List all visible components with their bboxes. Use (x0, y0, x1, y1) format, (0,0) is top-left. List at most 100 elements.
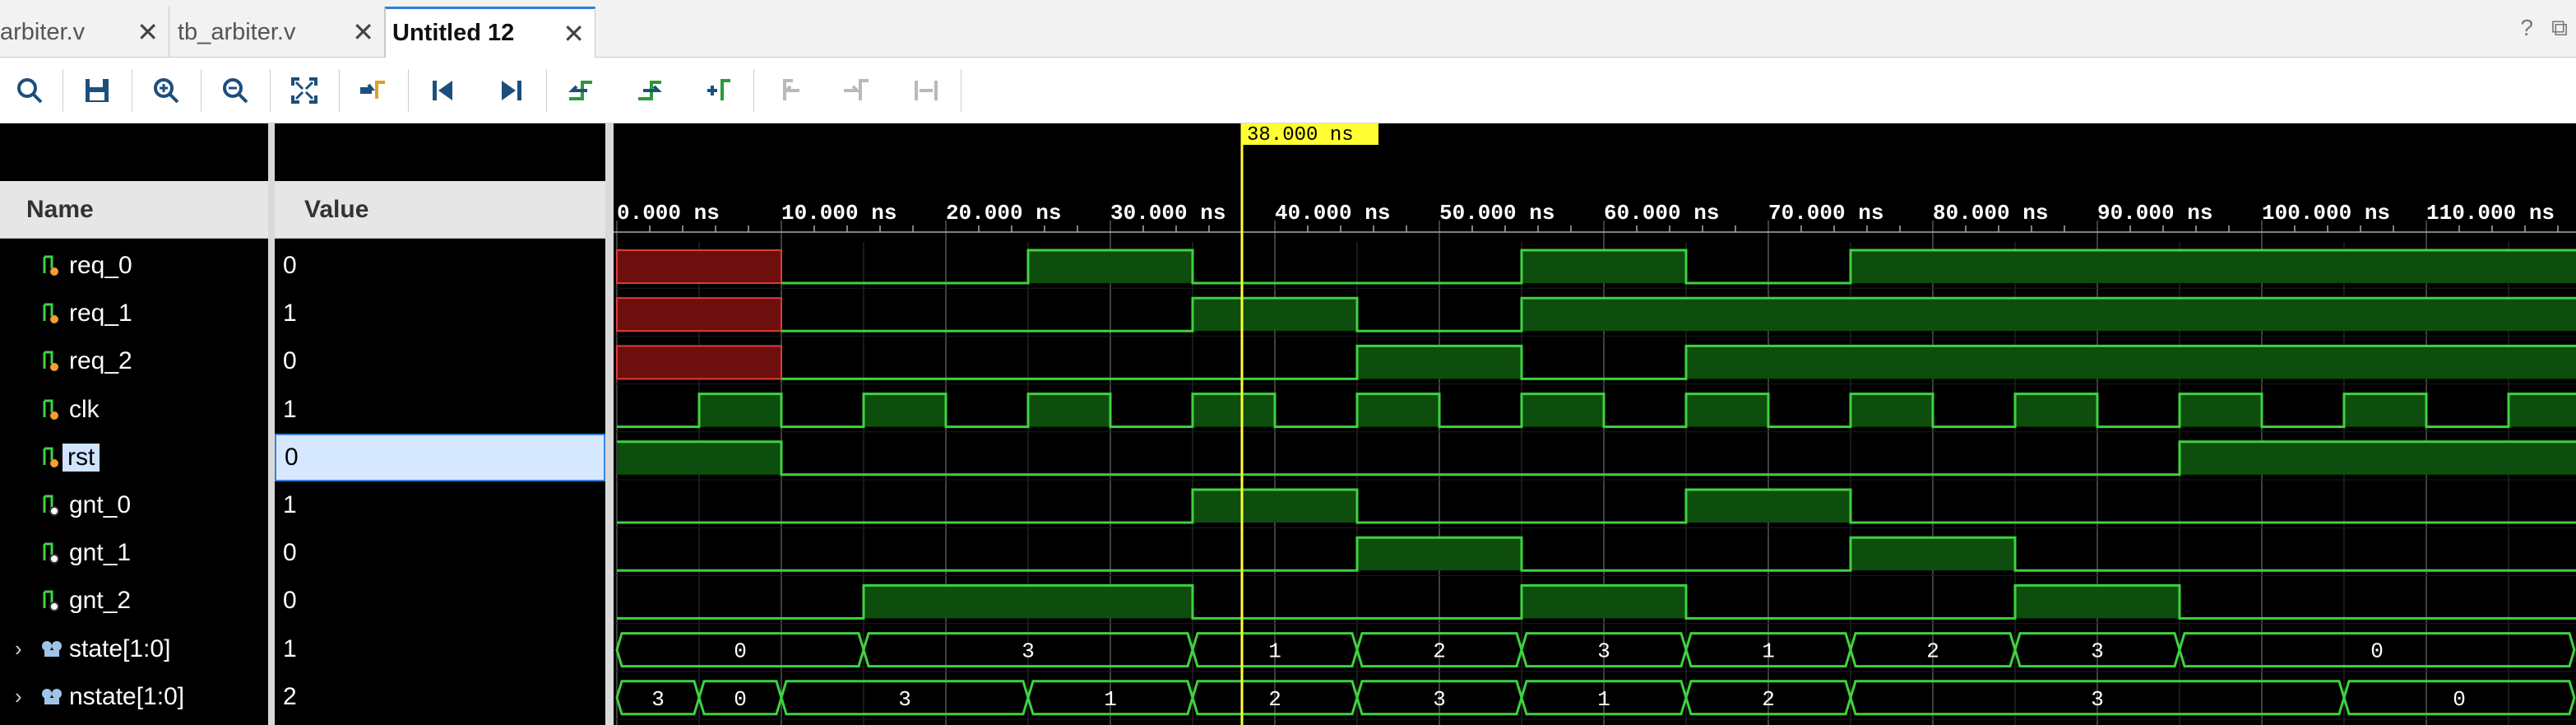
expand-chevron-icon[interactable]: › (15, 636, 22, 662)
signal-row[interactable]: rst (0, 434, 268, 481)
signal-row[interactable]: req_2 (0, 337, 268, 385)
bus-value-label: 2 (1433, 639, 1446, 664)
tab-tb-arbiter-v[interactable]: tb_arbiter.v ✕ (169, 7, 385, 58)
signal-value[interactable]: 0 (275, 529, 605, 577)
bus-value-label: 0 (2370, 639, 2384, 664)
bus-value-label: 1 (1597, 687, 1610, 712)
high-level-fill (1357, 537, 1522, 571)
signal-trace (617, 536, 2576, 572)
signal-row[interactable]: gnt_2 (0, 577, 268, 625)
pane-splitter[interactable] (605, 123, 614, 725)
signal-value[interactable]: 0 (275, 577, 605, 625)
high-level-fill (1357, 393, 1439, 427)
cursor-time-label[interactable]: 38.000 ns (1242, 123, 1378, 145)
time-tick-label: 60.000 ns (1604, 201, 1719, 225)
time-tick-label: 10.000 ns (781, 201, 897, 225)
signal-row[interactable]: › state[1:0] (0, 625, 268, 673)
high-level-fill (699, 393, 781, 427)
high-level-fill (1686, 490, 1851, 523)
output-signal-icon (41, 493, 63, 518)
column-splitter[interactable] (268, 123, 275, 725)
close-icon[interactable]: ✕ (352, 16, 374, 48)
value-pane-blank (275, 123, 605, 181)
high-level-fill (2180, 393, 2262, 427)
signal-name: nstate[1:0] (69, 682, 185, 710)
signal-row[interactable]: gnt_1 (0, 529, 268, 577)
signal-value[interactable]: 2 (275, 673, 605, 721)
high-level-fill (2509, 393, 2576, 427)
bus-value-label: 0 (734, 639, 747, 664)
next-transition-icon[interactable] (625, 66, 674, 115)
tab-untitled-12[interactable]: Untitled 12 ✕ (385, 7, 595, 58)
signal-value[interactable]: 0 (275, 242, 605, 290)
signal-row[interactable]: req_0 (0, 242, 268, 290)
high-level-fill (1193, 298, 1357, 332)
time-tick-label: 50.000 ns (1439, 201, 1554, 225)
signal-value[interactable]: 1 (275, 625, 605, 673)
value-header-label: Value (304, 195, 369, 223)
waveform-viewer[interactable]: 0.000 ns 10.000 ns 20.000 ns 30.000 ns 40.00… (614, 123, 2576, 725)
signal-name: state[1:0] (69, 634, 171, 662)
close-icon[interactable]: ✕ (137, 16, 159, 48)
signal-row[interactable]: › nstate[1:0] (0, 673, 268, 721)
close-icon[interactable]: ✕ (563, 18, 585, 49)
time-tick-label: 20.000 ns (946, 201, 1061, 225)
high-level-fill (1686, 346, 2576, 379)
bus-value-label: 3 (1022, 639, 1035, 664)
restore-icon[interactable]: ⧉ (2551, 15, 2568, 42)
expand-chevron-icon[interactable]: › (15, 684, 22, 709)
tab-arbiter-v[interactable]: arbiter.v ✕ (0, 7, 169, 58)
zoom-in-icon[interactable] (141, 66, 191, 115)
high-level-fill (1522, 585, 1686, 619)
tab-label: Untitled 12 (392, 20, 515, 46)
swap-cursors-icon[interactable] (901, 66, 951, 115)
signal-name-list: req_0 req_1 req_2 clk rst gnt_0 gnt_1 gnt_2 › sta… (0, 239, 268, 725)
go-to-start-icon[interactable] (418, 66, 467, 115)
help-icon[interactable]: ? (2520, 15, 2533, 42)
bus-signal-icon (41, 637, 63, 662)
high-level-fill (1851, 537, 2015, 571)
high-level-fill (1357, 346, 1522, 379)
toolbar-separator (546, 69, 547, 112)
bus-signal-icon (41, 685, 63, 709)
input-signal-icon (41, 301, 63, 326)
time-tick-label: 30.000 ns (1110, 201, 1225, 225)
time-tick-label: 0.000 ns (617, 201, 720, 225)
signal-value[interactable]: 1 (275, 290, 605, 337)
input-signal-icon (41, 349, 63, 374)
signal-row[interactable]: req_1 (0, 290, 268, 337)
search-icon[interactable] (5, 66, 54, 115)
go-to-end-icon[interactable] (487, 66, 536, 115)
zoom-fit-icon[interactable] (280, 66, 329, 115)
time-tick-label: 90.000 ns (2097, 201, 2212, 225)
tab-label: arbiter.v (0, 18, 86, 45)
signal-value[interactable]: 1 (275, 481, 605, 529)
signal-value[interactable]: 0 (275, 337, 605, 385)
signal-value[interactable]: 0 (275, 433, 605, 481)
value-column-header[interactable]: Value (275, 181, 605, 239)
zoom-out-icon[interactable] (211, 66, 260, 115)
high-level-fill (1028, 393, 1110, 427)
next-marker-icon[interactable] (832, 66, 882, 115)
add-marker-icon[interactable] (694, 66, 744, 115)
previous-transition-icon[interactable] (556, 66, 605, 115)
bus-value-label: 0 (734, 687, 747, 712)
name-column-header[interactable]: Name (0, 181, 268, 239)
bus-value-label: 3 (651, 687, 665, 712)
high-level-fill (2015, 585, 2180, 619)
high-level-fill (1193, 393, 1275, 427)
go-to-cursor-icon[interactable] (349, 66, 398, 115)
waveform-canvas[interactable]: 0.000 ns 10.000 ns 20.000 ns 30.000 ns 40.00… (614, 123, 2576, 725)
signal-value[interactable]: 1 (275, 386, 605, 434)
previous-marker-icon[interactable] (763, 66, 813, 115)
name-header-label: Name (26, 195, 94, 223)
save-icon[interactable] (72, 66, 122, 115)
signal-row[interactable]: gnt_0 (0, 481, 268, 529)
high-level-fill (1851, 393, 1933, 427)
bus-value-label: 2 (1268, 687, 1281, 712)
bus-value-label: 1 (1104, 687, 1117, 712)
signal-row[interactable]: clk (0, 386, 268, 434)
output-signal-icon (41, 541, 63, 565)
bus-value-label: 3 (2091, 687, 2104, 712)
window-controls: ? ⧉ (2520, 15, 2568, 42)
